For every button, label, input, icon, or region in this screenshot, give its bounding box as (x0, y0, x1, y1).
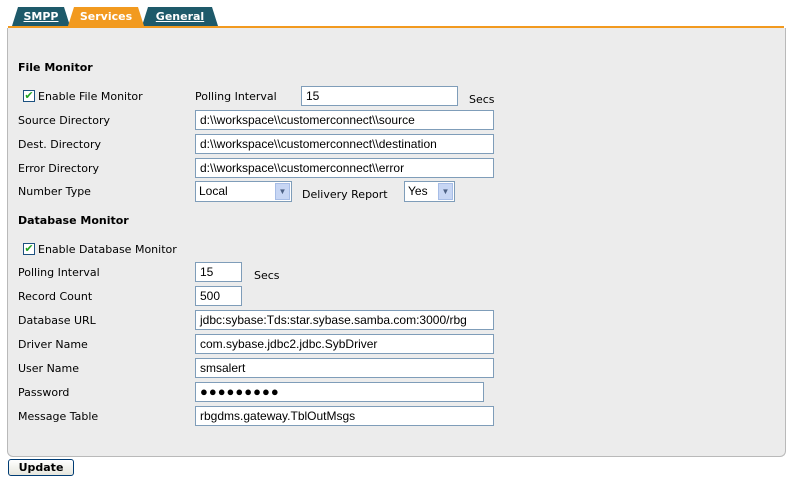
database-url-input[interactable]: jdbc:sybase:Tds:star.sybase.samba.com:30… (195, 310, 494, 330)
chevron-down-icon[interactable]: ▼ (275, 183, 290, 200)
chevron-down-icon[interactable]: ▼ (438, 183, 453, 200)
delivery-report-value: Yes (408, 184, 428, 198)
db-polling-interval-label: Polling Interval (18, 266, 100, 279)
password-input[interactable]: ●●●●●●●●● (195, 382, 484, 402)
error-directory-label: Error Directory (18, 162, 100, 175)
number-type-value: Local (199, 184, 228, 198)
enable-file-monitor-checkbox[interactable]: ✔ (23, 90, 35, 102)
file-polling-interval-label: Polling Interval (195, 90, 277, 103)
update-button[interactable]: Update (8, 459, 74, 476)
number-type-select[interactable]: Local ▼ (195, 181, 292, 202)
password-label: Password (18, 386, 70, 399)
message-table-label: Message Table (18, 410, 99, 423)
enable-database-monitor-checkbox[interactable]: ✔ (23, 243, 35, 255)
driver-name-input[interactable]: com.sybase.jdbc2.jdbc.SybDriver (195, 334, 494, 354)
enable-database-monitor-label: Enable Database Monitor (38, 243, 177, 256)
number-type-label: Number Type (18, 185, 91, 198)
record-count-input[interactable]: 500 (195, 286, 242, 306)
db-polling-unit: Secs (254, 269, 280, 282)
source-directory-input[interactable]: d:\\workspace\\customerconnect\\source (195, 110, 494, 130)
tab-smpp[interactable]: SMPP (12, 7, 70, 26)
dest-directory-label: Dest. Directory (18, 138, 101, 151)
file-polling-interval-input[interactable]: 15 (301, 86, 458, 106)
database-monitor-heading: Database Monitor (18, 214, 129, 227)
file-monitor-heading: File Monitor (18, 61, 93, 74)
user-name-label: User Name (18, 362, 80, 375)
record-count-label: Record Count (18, 290, 93, 303)
user-name-input[interactable]: smsalert (195, 358, 494, 378)
tab-services[interactable]: Services (68, 7, 144, 26)
db-polling-interval-input[interactable]: 15 (195, 262, 242, 282)
source-directory-label: Source Directory (18, 114, 110, 127)
database-url-label: Database URL (18, 314, 96, 327)
file-polling-unit: Secs (469, 93, 495, 106)
delivery-report-label: Delivery Report (302, 188, 388, 201)
enable-file-monitor-label: Enable File Monitor (38, 90, 143, 103)
driver-name-label: Driver Name (18, 338, 88, 351)
delivery-report-select[interactable]: Yes ▼ (404, 181, 455, 202)
error-directory-input[interactable]: d:\\workspace\\customerconnect\\error (195, 158, 494, 178)
tab-general[interactable]: General (142, 7, 218, 26)
message-table-input[interactable]: rbgdms.gateway.TblOutMsgs (195, 406, 494, 426)
dest-directory-input[interactable]: d:\\workspace\\customerconnect\\destinat… (195, 134, 494, 154)
